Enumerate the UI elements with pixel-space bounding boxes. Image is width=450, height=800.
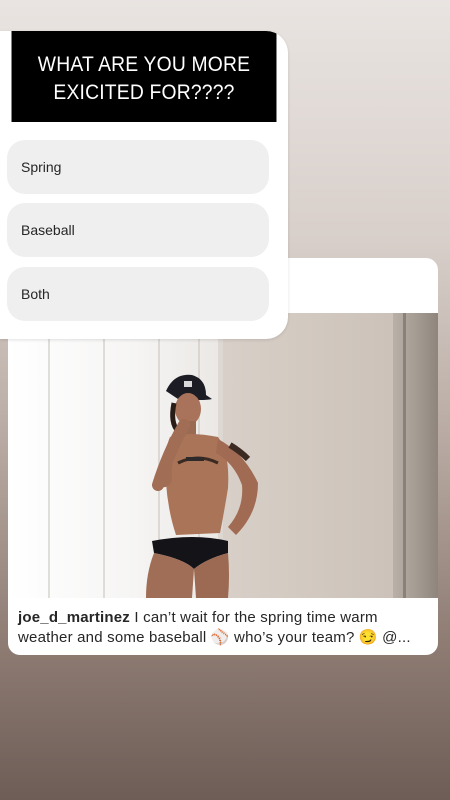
post-caption: joe_d_martinez I can’t wait for the spri… (18, 608, 428, 648)
poll-option-spring[interactable]: Spring (7, 140, 269, 194)
poll-sticker: WHAT ARE YOU MORE EXICITED FOR???? Sprin… (0, 31, 288, 339)
post-photo[interactable] (8, 313, 438, 598)
poll-option-baseball[interactable]: Baseball (7, 203, 269, 257)
man-figure (146, 374, 258, 598)
poll-question: WHAT ARE YOU MORE EXICITED FOR???? (11, 31, 277, 122)
poll-option-both[interactable]: Both (7, 267, 269, 321)
caption-username[interactable]: joe_d_martinez (18, 609, 130, 626)
